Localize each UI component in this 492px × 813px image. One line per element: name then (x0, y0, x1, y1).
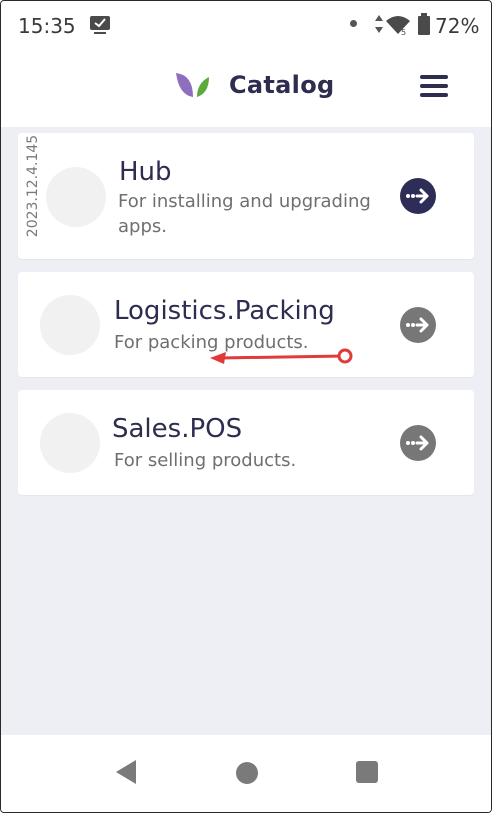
status-time: 15:35 (18, 14, 76, 38)
leaf-logo-icon (176, 73, 209, 97)
app-description: For installing and upgrading apps. (118, 191, 371, 237)
open-sales-pos-button[interactable] (400, 425, 436, 461)
app-header: Catalog (1, 51, 491, 127)
app-avatar (40, 413, 100, 473)
arrow-right-icon (406, 188, 429, 204)
svg-text:5: 5 (401, 28, 406, 36)
list-item-sales-pos[interactable]: Sales.POS For selling products. (18, 390, 474, 495)
list-item-hub[interactable]: 2023.12.4.145 Hub For installing and upg… (18, 133, 474, 259)
hamburger-menu-icon[interactable] (420, 75, 448, 99)
app-name: Hub (119, 157, 172, 187)
catalog-list: 2023.12.4.145 Hub For installing and upg… (1, 127, 491, 735)
app-name: Sales.POS (112, 414, 243, 444)
notification-dot-icon (350, 20, 357, 27)
data-transfer-icon (375, 15, 383, 33)
wifi-icon: 5 (386, 16, 410, 36)
open-logistics-packing-button[interactable] (400, 307, 436, 343)
open-hub-button[interactable] (400, 178, 436, 214)
app-avatar (46, 167, 106, 227)
device-frame: 15:35 5 72% Catalog 2023.12.4.145 Hub Fo… (0, 0, 492, 813)
battery-icon (418, 13, 430, 35)
home-icon[interactable] (236, 762, 258, 784)
battery-percent: 72% (435, 14, 480, 38)
arrow-right-icon (406, 317, 429, 333)
status-bar: 15:35 5 72% (1, 1, 491, 51)
arrow-right-icon (406, 435, 429, 451)
system-nav-bar (1, 735, 491, 812)
recents-icon[interactable] (356, 761, 378, 783)
notification-icon (90, 16, 110, 34)
version-label: 2023.12.4.145 (25, 134, 41, 238)
page-title: Catalog (229, 71, 335, 99)
app-avatar (40, 295, 100, 355)
app-name: Logistics.Packing (114, 296, 335, 326)
app-description: For selling products. (114, 450, 297, 471)
swipe-gesture-arrow-icon (210, 348, 353, 364)
back-icon[interactable] (114, 759, 138, 785)
